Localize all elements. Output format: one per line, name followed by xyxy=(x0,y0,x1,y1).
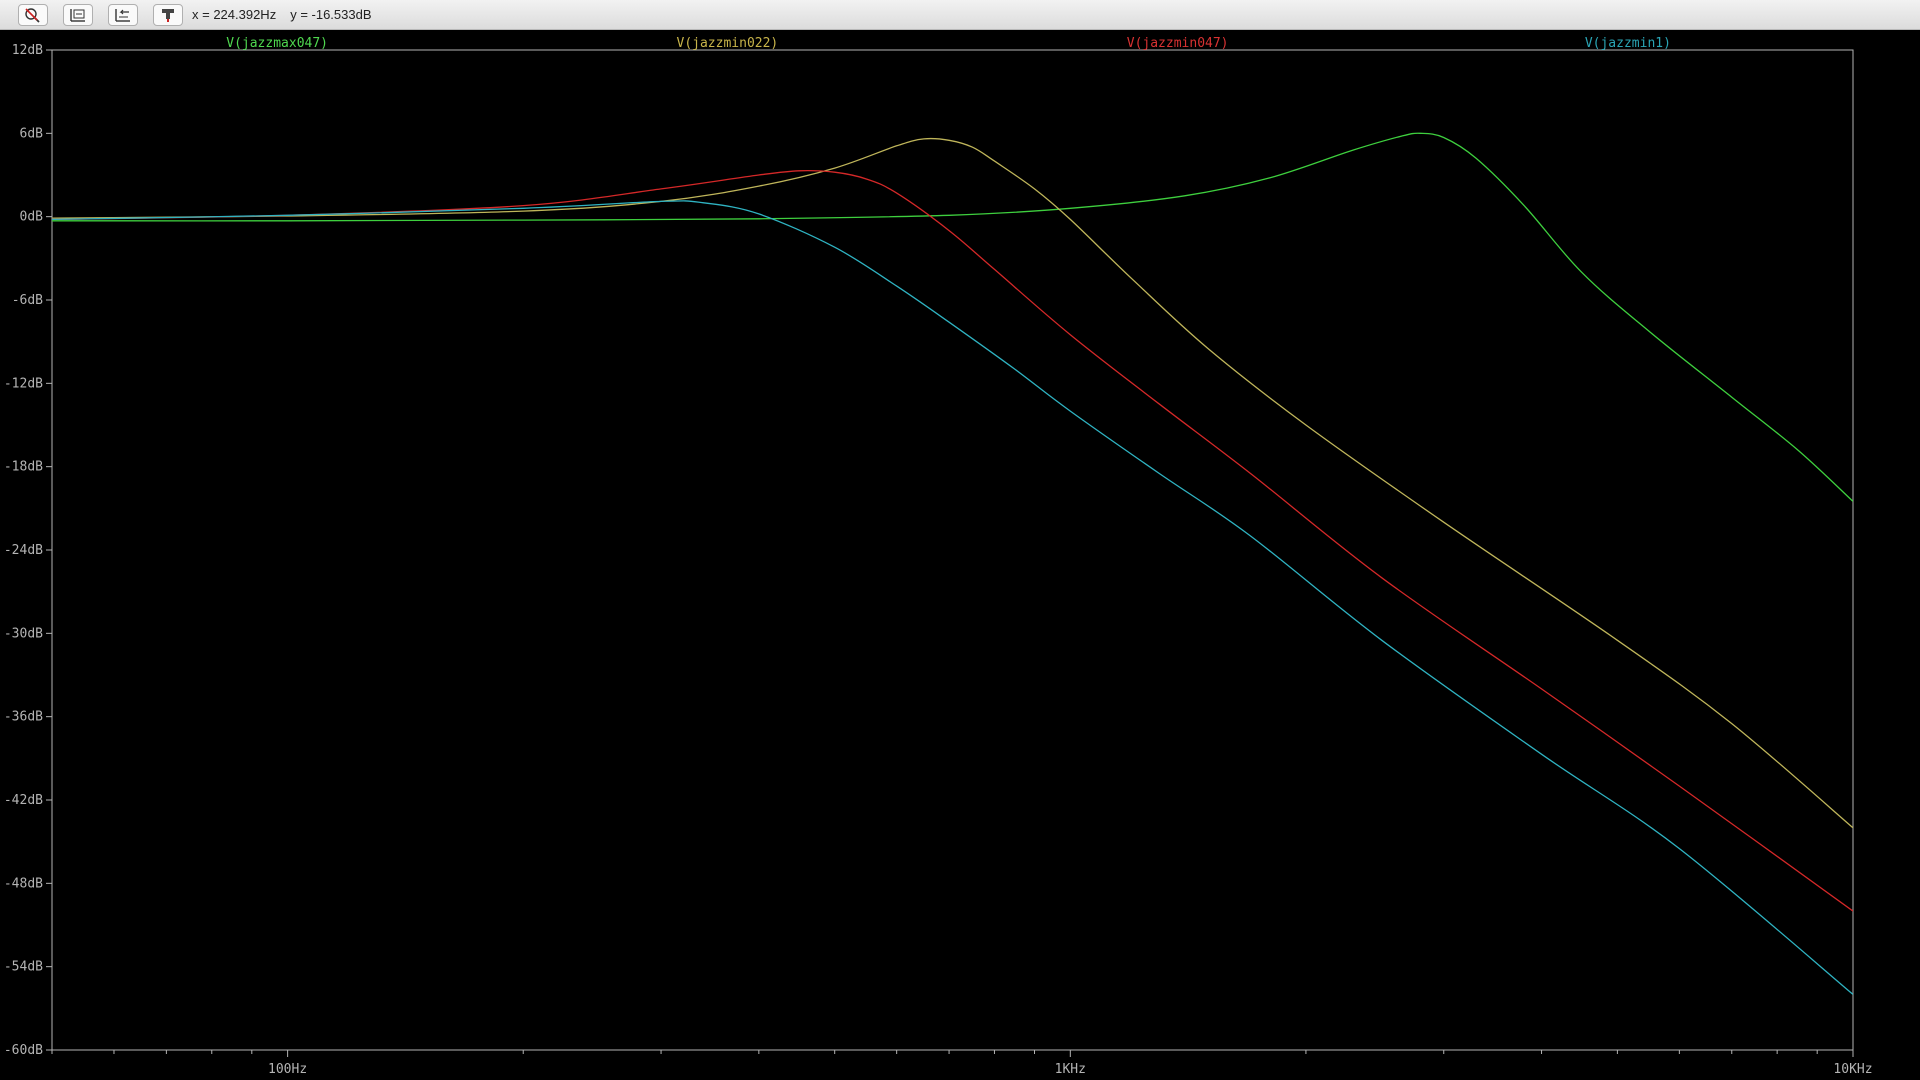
cursor-probe-button[interactable] xyxy=(153,4,183,26)
legend-label[interactable]: V(jazzmax047) xyxy=(226,36,328,51)
probe-icon xyxy=(162,9,174,22)
series-line-vjazzmin047[interactable] xyxy=(52,170,1853,912)
series-line-vjazzmin1[interactable] xyxy=(52,200,1853,995)
cursor-readout: x = 224.392Hz y = -16.533dB xyxy=(192,7,386,22)
zoom-back-icon xyxy=(115,9,130,22)
y-tick-label: 0dB xyxy=(20,210,44,225)
legend-label[interactable]: V(jazzmin022) xyxy=(677,36,779,51)
y-tick-label: -60dB xyxy=(4,1043,43,1058)
series-line-vjazzmax047[interactable] xyxy=(52,132,1853,502)
y-tick-label: 12dB xyxy=(12,43,43,58)
x-tick-label: 100Hz xyxy=(268,1062,307,1077)
x-tick-label: 10KHz xyxy=(1833,1062,1872,1077)
autorange-button[interactable] xyxy=(18,4,48,26)
y-tick-label: -54dB xyxy=(4,960,43,975)
y-tick-label: -36dB xyxy=(4,710,43,725)
zoom-extents-button[interactable] xyxy=(63,4,93,26)
plot-toolbar: x = 224.392Hz y = -16.533dB xyxy=(0,0,1920,30)
series-line-vjazzmin022[interactable] xyxy=(52,137,1853,829)
legend-label[interactable]: V(jazzmin1) xyxy=(1585,36,1671,51)
y-tick-label: -12dB xyxy=(4,376,43,391)
autorange-icon xyxy=(25,8,40,23)
legend-label[interactable]: V(jazzmin047) xyxy=(1127,36,1229,51)
y-tick-label: -42dB xyxy=(4,793,43,808)
y-tick-label: -18dB xyxy=(4,460,43,475)
plot-frame xyxy=(51,49,1854,1051)
y-tick-label: 6dB xyxy=(20,126,44,141)
y-tick-label: -30dB xyxy=(4,626,43,641)
cursor-y-readout: y = -16.533dB xyxy=(290,7,372,22)
zoom-extents-icon xyxy=(70,9,85,22)
x-tick-label: 1KHz xyxy=(1055,1062,1086,1077)
y-tick-label: -6dB xyxy=(12,293,43,308)
bode-plot[interactable]: 12dB 6dB 0dB -6dB -12dB -18dB -24dB -30dB -36dB -… xyxy=(0,30,1920,1080)
zoom-back-button[interactable] xyxy=(108,4,138,26)
y-tick-label: -24dB xyxy=(4,543,43,558)
y-tick-label: -48dB xyxy=(4,876,43,891)
cursor-x-readout: x = 224.392Hz xyxy=(192,7,277,22)
